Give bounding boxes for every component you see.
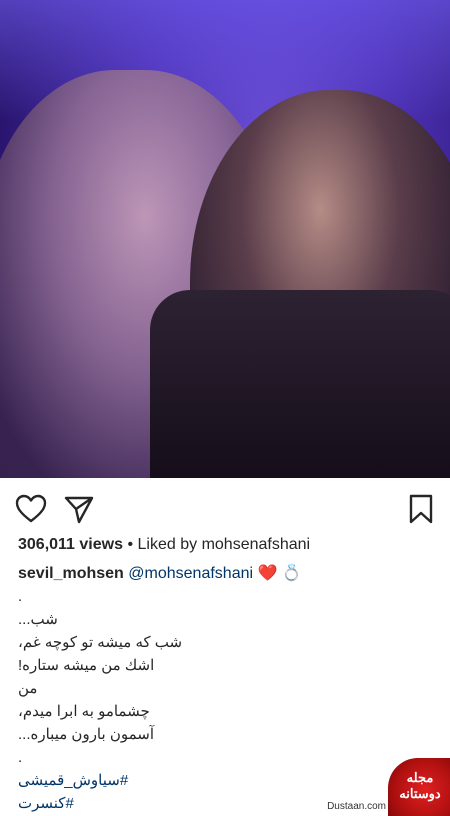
caption-username[interactable]: sevil_mohsen — [18, 565, 124, 582]
like-button[interactable] — [14, 492, 48, 526]
caption-header: sevil_mohsen @mohsenafshani ❤️ 💍 — [18, 563, 438, 585]
caption-mention[interactable]: @mohsenafshani — [128, 565, 253, 582]
caption-line: آسمون بارون میباره... — [18, 726, 155, 743]
caption-line: اشك من میشه ستاره! — [18, 657, 155, 674]
post-caption: sevil_mohsen @mohsenafshani ❤️ 💍 . شب...… — [18, 563, 438, 815]
liked-by-label: Liked by — [137, 536, 198, 553]
views-row: 306,011 views • Liked by mohsenafshani — [18, 536, 310, 554]
liked-by-user-link[interactable]: mohsenafshani — [202, 536, 311, 553]
paper-plane-icon — [64, 496, 94, 524]
heart-outline-icon — [15, 494, 47, 523]
caption-line: . — [18, 749, 23, 766]
post-action-bar — [0, 478, 450, 538]
bookmark-outline-icon — [409, 494, 433, 524]
photo-jacket — [150, 290, 450, 478]
caption-line: شب... — [18, 611, 58, 628]
views-separator: • — [127, 536, 134, 553]
watermark-site: Dustaan.com — [327, 801, 386, 812]
caption-emoji: ❤️ 💍 — [257, 565, 302, 582]
caption-line: . — [18, 588, 23, 605]
caption-line: شب که میشه تو کوچه غم، — [18, 634, 183, 651]
share-button[interactable] — [62, 492, 96, 526]
caption-line: چشمامو به ابرا میدم، — [18, 703, 150, 720]
watermark-logo-text: مجله دوستانه — [399, 770, 441, 801]
views-count[interactable]: 306,011 — [18, 536, 75, 553]
caption-line: من — [18, 680, 38, 697]
views-label[interactable]: views — [79, 536, 123, 553]
save-button[interactable] — [404, 492, 438, 526]
hashtag-link[interactable]: #سیاوش_قمیشی — [18, 769, 438, 792]
watermark-logo: مجله دوستانه — [388, 758, 450, 816]
post-photo[interactable] — [0, 0, 450, 478]
